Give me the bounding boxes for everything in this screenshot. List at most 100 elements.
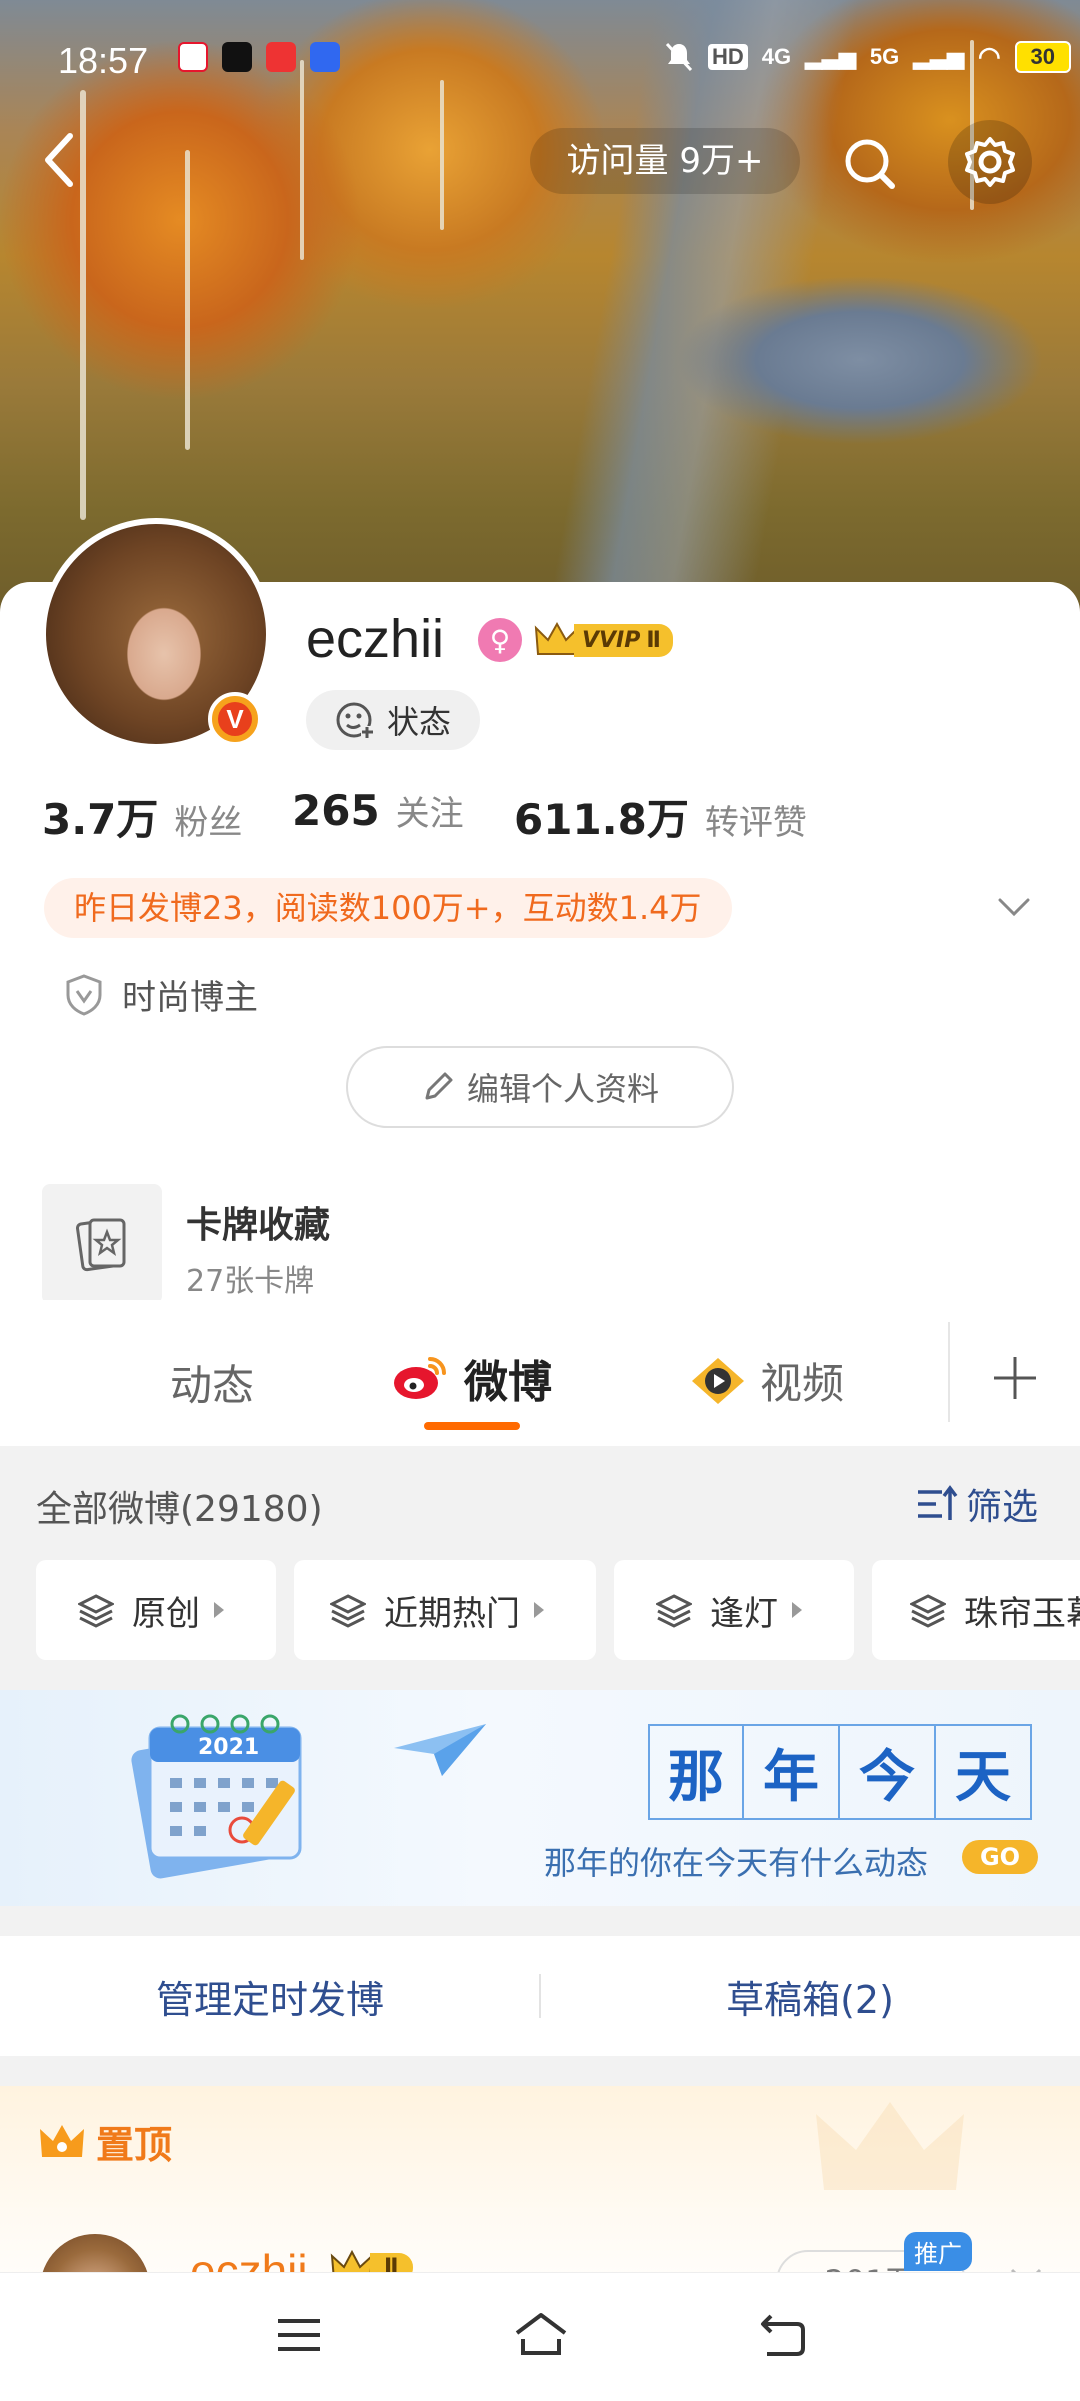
expand-button[interactable]: [994, 888, 1034, 932]
baidu-app-icon: [310, 42, 340, 72]
username: eczhii: [306, 609, 445, 669]
chip-original-label: 原创: [132, 1593, 200, 1634]
signal-bars-icon: ▂▃▅: [805, 43, 856, 69]
chip-arrow-icon: [214, 1602, 224, 1618]
chip-zhulian-label: 珠帘玉幕: [964, 1593, 1080, 1634]
back-chevron-icon: [45, 133, 73, 187]
chip-arrow-icon: [534, 1602, 544, 1618]
crown-icon: [40, 2124, 84, 2157]
following-label: 关注: [395, 794, 464, 834]
edit-profile-label: 编辑个人资料: [466, 1070, 659, 1108]
vip-level: Ⅱ: [644, 623, 673, 657]
pinned-text: 置顶: [96, 2123, 173, 2167]
signal-4g: 4G: [761, 43, 792, 69]
followers-stat[interactable]: 3.7万 粉丝: [42, 786, 242, 847]
filter-button[interactable]: 筛选: [914, 1478, 1038, 1530]
banner-char-1: 那: [648, 1724, 744, 1820]
mute-icon: [665, 42, 693, 71]
chip-fengdeng[interactable]: 逢灯: [614, 1560, 854, 1660]
signal-bars-icon-2: ▂▃▅: [913, 43, 965, 69]
activity-summary[interactable]: 昨日发博23，阅读数100万+，互动数1.4万: [44, 878, 732, 938]
visit-count[interactable]: 访问量 9万+: [530, 128, 800, 194]
chip-original[interactable]: 原创: [36, 1560, 276, 1660]
tab-divider: [948, 1322, 950, 1422]
banner-char-2: 年: [744, 1724, 840, 1820]
interactions-stat[interactable]: 611.8万 转评赞: [514, 786, 807, 847]
notification-icons: [178, 42, 340, 72]
vip-label: VVIP: [574, 623, 645, 657]
drafts-button[interactable]: 草稿箱(2): [540, 1936, 1080, 2056]
banner-subtitle: 那年的你在今天有什么动态: [544, 1844, 929, 1882]
back-nav-button[interactable]: [738, 2300, 828, 2370]
chip-fengdeng-label: 逢灯: [710, 1593, 778, 1634]
search-icon: [845, 139, 895, 189]
shield-icon: [66, 973, 102, 1016]
back-button[interactable]: [30, 130, 90, 190]
tiktok-app-icon: [222, 42, 252, 72]
on-this-day-banner[interactable]: 2021 那 年 今 天 那年的你在今天有什么动态 GO: [0, 1690, 1080, 1906]
following-value: 265: [292, 786, 380, 835]
interactions-value: 611.8万: [514, 795, 689, 844]
calendar-year: 2021: [198, 1735, 259, 1760]
tag-label: 时尚博主: [122, 978, 258, 1018]
chip-zhulian[interactable]: 珠帘玉幕: [872, 1560, 1080, 1660]
paper-plane-icon: [394, 1724, 486, 1776]
layers-icon: [910, 1594, 946, 1628]
verified-v: V: [218, 702, 252, 736]
status-button[interactable]: 状态: [306, 690, 480, 750]
followers-label: 粉丝: [174, 803, 243, 843]
scheduled-posts-button[interactable]: 管理定时发博: [0, 1936, 540, 2056]
card-collection-thumb[interactable]: [42, 1184, 162, 1304]
female-gender-icon: ♀: [478, 618, 522, 662]
tab-weibo-label: 微博: [464, 1357, 552, 1408]
plus-icon: [994, 1357, 1036, 1399]
blogger-tag[interactable]: 时尚博主: [64, 970, 258, 1019]
banner-go-button[interactable]: GO: [962, 1840, 1038, 1874]
tab-activity[interactable]: 动态: [170, 1352, 254, 1413]
search-button[interactable]: [830, 124, 910, 204]
add-tab-button[interactable]: [980, 1348, 1050, 1408]
card-collection-title[interactable]: 卡牌收藏: [186, 1196, 330, 1248]
gear-icon: [965, 137, 1015, 187]
card-star-icon: [75, 1218, 126, 1272]
verified-badge: V: [208, 692, 262, 746]
weibo-logo-icon: [394, 1357, 446, 1399]
weibo-app-icon: [178, 42, 208, 72]
back-arrow-icon: [761, 2314, 805, 2356]
layers-icon: [78, 1594, 114, 1628]
banner-char-3: 今: [840, 1724, 936, 1820]
menu-button[interactable]: [254, 2300, 344, 2370]
card-collection-subtitle: 27张卡牌: [186, 1264, 315, 1299]
chevron-down-icon: [998, 898, 1030, 917]
pencil-icon: [425, 1072, 453, 1100]
video-play-icon: [692, 1357, 744, 1404]
layers-icon: [656, 1594, 692, 1628]
home-icon: [515, 2313, 567, 2355]
settings-button[interactable]: [948, 120, 1032, 204]
active-tab-indicator: [424, 1422, 520, 1430]
tab-video-label: 视频: [760, 1359, 845, 1408]
interactions-label: 转评赞: [704, 803, 807, 843]
pinned-label: 置顶: [38, 2114, 172, 2169]
vip-badge[interactable]: VVIP Ⅱ: [534, 620, 673, 660]
status-time: 18:57: [58, 40, 149, 81]
hd-label: HD: [708, 43, 748, 70]
tab-video[interactable]: 视频: [690, 1350, 844, 1411]
status-icons: HD 4G ▂▃▅ 5G ▂▃▅ ◠ 30 ⚡: [664, 40, 1080, 73]
banner-title: 那 年 今 天: [648, 1724, 1032, 1820]
news-app-icon: [266, 42, 296, 72]
tab-weibo[interactable]: 微博: [392, 1346, 552, 1410]
chip-recent-hot-label: 近期热门: [384, 1593, 520, 1634]
wifi-icon: ◠: [978, 41, 1001, 71]
filter-icon: [918, 1485, 958, 1520]
battery-icon: 30: [1014, 40, 1071, 73]
all-posts-count[interactable]: 全部微博(29180): [36, 1480, 323, 1532]
home-button[interactable]: [496, 2296, 586, 2372]
menu-icon: [278, 2319, 320, 2351]
chip-recent-hot[interactable]: 近期热门: [294, 1560, 596, 1660]
signal-5g: 5G: [869, 43, 900, 69]
edit-profile-button[interactable]: 编辑个人资料: [346, 1046, 734, 1128]
crown-watermark-icon: [816, 2102, 964, 2190]
status-label: 状态: [386, 703, 451, 741]
following-stat[interactable]: 265 关注: [292, 786, 464, 835]
